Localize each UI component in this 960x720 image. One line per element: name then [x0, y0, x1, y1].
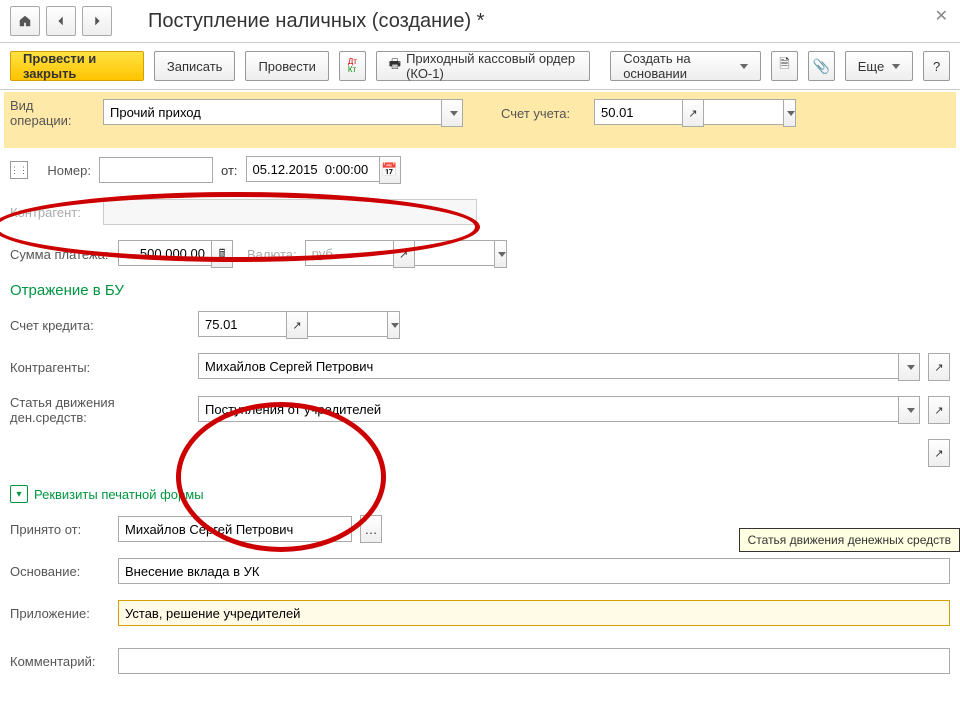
- numbering-icon[interactable]: ⋮⋮: [10, 161, 28, 179]
- currency-label: Валюта:: [247, 247, 297, 262]
- chevron-down-icon: [907, 408, 915, 413]
- open-icon: ↗: [934, 447, 943, 460]
- open-icon: ↗: [934, 361, 943, 374]
- date-input[interactable]: [246, 156, 379, 182]
- chevron-down-icon: [892, 64, 900, 69]
- more-button[interactable]: Еще: [845, 51, 913, 81]
- print-requisites-toggle[interactable]: ▾ Реквизиты печатной формы: [10, 485, 950, 503]
- extra-open[interactable]: ↗: [928, 439, 950, 467]
- chevron-down-icon: [787, 111, 795, 116]
- close-button[interactable]: ✕: [935, 6, 948, 26]
- bu-section-title: Отражение в БУ: [10, 282, 950, 299]
- form-body: Вид операции: Счет учета: ↗ ⋮⋮ Номер: от…: [0, 90, 960, 697]
- create-based-on-button[interactable]: Создать на основании: [610, 51, 761, 81]
- help-button[interactable]: ?: [923, 51, 950, 81]
- counterparties-dropdown[interactable]: [898, 353, 920, 381]
- counterparties-label: Контрагенты:: [10, 360, 190, 375]
- print-order-label: Приходный кассовый ордер (КО-1): [406, 51, 577, 81]
- basis-label: Основание:: [10, 564, 110, 579]
- basis-input[interactable]: [118, 558, 950, 584]
- sum-input[interactable]: [118, 240, 211, 266]
- op-type-label: Вид операции:: [10, 98, 95, 128]
- post-button[interactable]: Провести: [245, 51, 329, 81]
- currency-open: ↗: [393, 240, 415, 268]
- credit-account-label: Счет кредита:: [10, 318, 190, 333]
- calculator-icon: 🖩: [219, 245, 226, 264]
- write-button[interactable]: Записать: [154, 51, 236, 81]
- date-picker[interactable]: 📅: [379, 156, 401, 184]
- open-icon: ↗: [934, 404, 943, 417]
- open-icon: ↗: [399, 248, 408, 261]
- action-toolbar: Провести и закрыть Записать Провести ДтК…: [0, 43, 960, 90]
- account-label: Счет учета:: [501, 106, 586, 121]
- cashflow-tooltip: Статья движения денежных средств: [739, 528, 960, 552]
- cashflow-label: Статья движения ден.средств:: [10, 395, 190, 425]
- received-from-pick[interactable]: …: [360, 515, 382, 543]
- cashflow-input[interactable]: [198, 396, 898, 422]
- account-dropdown[interactable]: [783, 99, 796, 127]
- counterparties-open[interactable]: ↗: [928, 353, 950, 381]
- report-button[interactable]: 🗎: [771, 51, 798, 81]
- dt-kt-button[interactable]: ДтКт: [339, 51, 366, 81]
- received-from-input[interactable]: [118, 516, 352, 542]
- chevron-down-icon: [907, 365, 915, 370]
- page-title: Поступление наличных (создание) *: [148, 10, 484, 33]
- attachment-label: Приложение:: [10, 606, 110, 621]
- print-requisites-label: Реквизиты печатной формы: [34, 487, 204, 502]
- calendar-icon: 📅: [381, 162, 397, 178]
- home-button[interactable]: [10, 6, 40, 36]
- counterparties-input[interactable]: [198, 353, 898, 379]
- chevron-down-icon: [450, 111, 458, 116]
- credit-account-dropdown[interactable]: [387, 311, 400, 339]
- comment-input[interactable]: [118, 648, 950, 674]
- number-label: Номер:: [36, 163, 91, 178]
- dt-kt-icon: ДтКт: [348, 58, 357, 74]
- top-nav-bar: Поступление наличных (создание) *: [0, 0, 960, 43]
- create-based-label: Создать на основании: [623, 51, 732, 81]
- cashflow-open[interactable]: ↗: [928, 396, 950, 424]
- document-icon: 🗎: [779, 55, 789, 77]
- op-type-input[interactable]: [103, 99, 441, 125]
- counterparty-input: [103, 199, 477, 225]
- attach-button[interactable]: 📎: [808, 51, 835, 81]
- chevron-down-icon: [498, 252, 506, 257]
- post-and-close-button[interactable]: Провести и закрыть: [10, 51, 144, 81]
- currency-dropdown: [494, 240, 507, 268]
- back-button[interactable]: [46, 6, 76, 36]
- collapse-icon: ▾: [10, 485, 28, 503]
- account-open[interactable]: ↗: [682, 99, 704, 127]
- sum-calc[interactable]: 🖩: [211, 240, 233, 268]
- open-icon: ↗: [292, 319, 301, 332]
- comment-label: Комментарий:: [10, 654, 110, 669]
- chevron-down-icon: [740, 64, 748, 69]
- credit-account-open[interactable]: ↗: [286, 311, 308, 339]
- open-icon: ↗: [688, 107, 697, 120]
- number-input[interactable]: [99, 157, 213, 183]
- more-label: Еще: [858, 59, 884, 74]
- arrow-left-icon: [54, 14, 68, 28]
- home-icon: [18, 14, 32, 28]
- print-order-button[interactable]: 🖶 Приходный кассовый ордер (КО-1): [376, 51, 590, 81]
- attachment-input[interactable]: [118, 600, 950, 626]
- sum-label: Сумма платежа:: [10, 247, 110, 262]
- from-label: от:: [221, 163, 238, 178]
- cashflow-dropdown[interactable]: [898, 396, 920, 424]
- op-type-highlight: Вид операции: Счет учета: ↗: [4, 92, 956, 148]
- forward-button[interactable]: [82, 6, 112, 36]
- arrow-right-icon: [90, 14, 104, 28]
- received-from-label: Принято от:: [10, 522, 110, 537]
- paperclip-icon: 📎: [813, 58, 830, 75]
- counterparty-label: Контрагент:: [10, 205, 95, 220]
- printer-icon: 🖶: [389, 55, 401, 77]
- chevron-down-icon: [391, 323, 399, 328]
- op-type-dropdown[interactable]: [441, 99, 463, 127]
